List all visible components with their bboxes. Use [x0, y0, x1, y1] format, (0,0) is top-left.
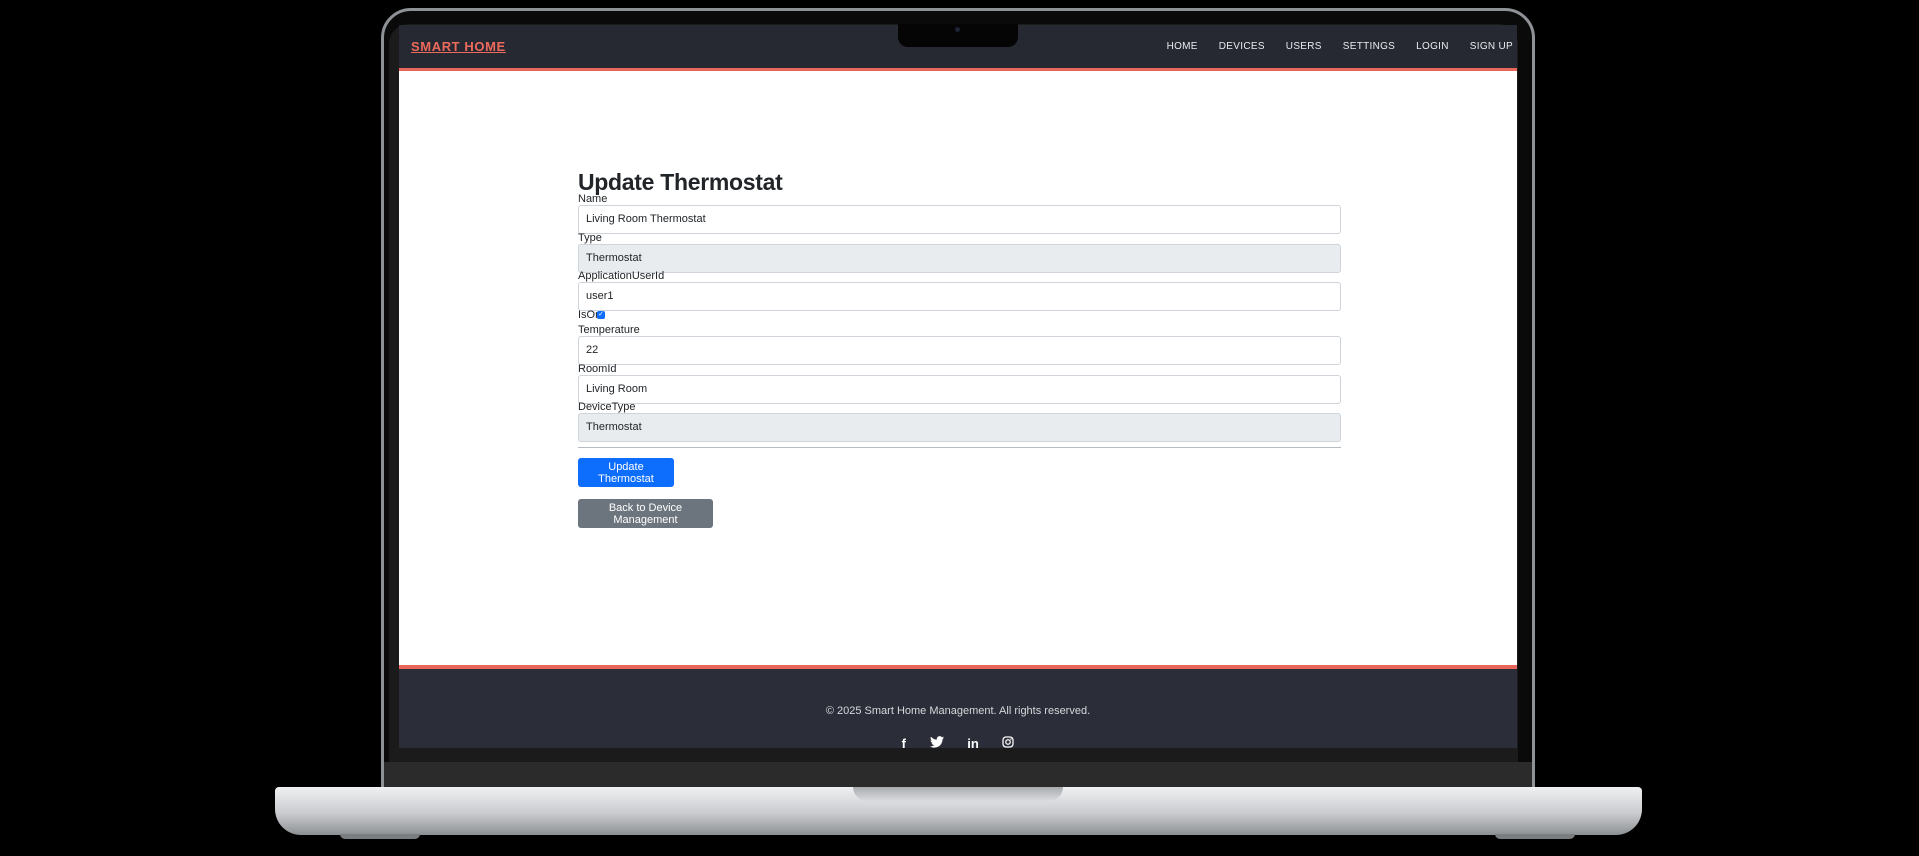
nav-menu: HOME DEVICES USERS SETTINGS LOGIN SIGN U…	[1146, 41, 1513, 52]
twitter-icon[interactable]	[929, 736, 944, 748]
nav-settings[interactable]: SETTINGS	[1343, 41, 1395, 52]
nav-devices[interactable]: DEVICES	[1219, 41, 1265, 52]
nav-home[interactable]: HOME	[1167, 41, 1198, 52]
social-links: f in	[399, 736, 1517, 748]
facebook-icon[interactable]: f	[902, 736, 906, 748]
temperature-label: Temperature	[578, 324, 640, 336]
camera-icon	[955, 27, 960, 32]
brand-link[interactable]: SMART HOME	[411, 39, 506, 54]
laptop-base-notch	[853, 787, 1063, 801]
instagram-icon[interactable]	[1002, 736, 1015, 748]
screen: SMART HOME HOME DEVICES USERS SETTINGS L…	[399, 25, 1517, 748]
nav-users[interactable]: USERS	[1286, 41, 1322, 52]
room-id-field[interactable]: Living Room	[578, 375, 1341, 404]
linkedin-icon[interactable]: in	[967, 736, 979, 748]
name-label: Name	[578, 193, 608, 205]
laptop-hinge	[384, 762, 1532, 788]
device-type-label: DeviceType	[578, 401, 636, 413]
page-title: Update Thermostat	[578, 169, 783, 195]
copyright-text: © 2025 Smart Home Management. All rights…	[825, 705, 1091, 717]
laptop-foot	[1495, 834, 1575, 839]
type-field[interactable]: Thermostat	[578, 244, 1341, 273]
application-user-id-label: ApplicationUserId	[578, 270, 665, 282]
back-to-device-management-button[interactable]: Back to Device Management	[578, 499, 713, 528]
type-label: Type	[578, 232, 602, 244]
nav-signup[interactable]: SIGN UP	[1470, 41, 1513, 52]
temperature-field[interactable]: 22	[578, 336, 1341, 365]
device-type-field[interactable]: Thermostat	[578, 413, 1341, 442]
divider	[578, 447, 1341, 448]
name-field[interactable]: Living Room Thermostat	[578, 205, 1341, 234]
update-thermostat-button[interactable]: Update Thermostat	[578, 458, 674, 487]
nav-login[interactable]: LOGIN	[1416, 41, 1449, 52]
laptop-foot	[340, 834, 420, 839]
main-content: Update Thermostat Name Living Room Therm…	[399, 71, 1517, 668]
application-user-id-field[interactable]: user1	[578, 282, 1341, 311]
room-id-label: RoomId	[578, 363, 617, 375]
is-on-checkbox[interactable]: ✓	[597, 311, 605, 319]
footer: © 2025 Smart Home Management. All rights…	[399, 665, 1517, 748]
